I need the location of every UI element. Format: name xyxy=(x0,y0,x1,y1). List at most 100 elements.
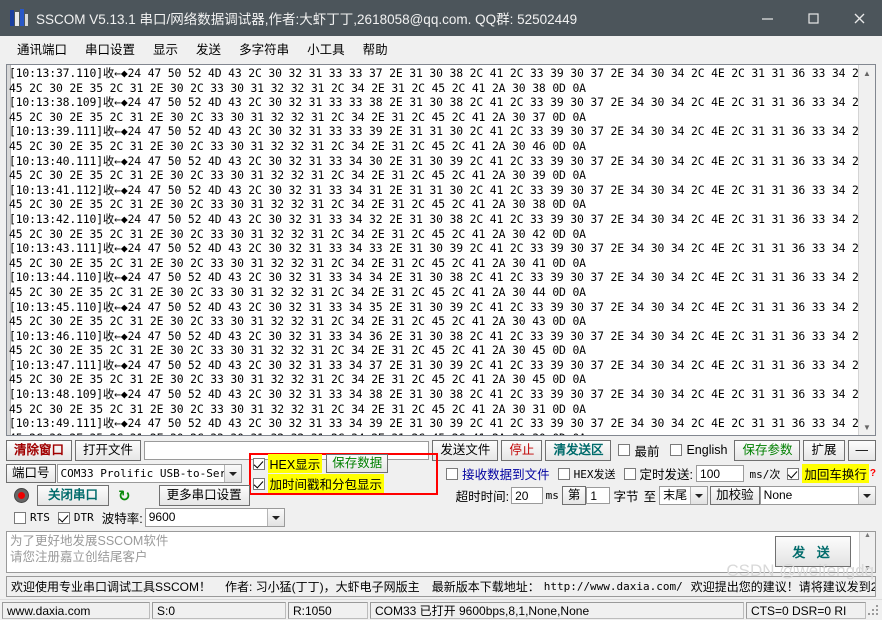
save-params-button[interactable]: 保存参数 xyxy=(734,439,801,461)
rts-checkbox[interactable] xyxy=(14,511,26,524)
checksum-value: None xyxy=(763,488,793,502)
timeout-input[interactable]: 20 xyxy=(511,487,543,504)
save-data-button[interactable]: 保存数据 xyxy=(326,454,389,473)
menu-bar: 通讯端口 串口设置 显示 发送 多字符串 小工具 帮助 xyxy=(0,36,882,62)
dtr-checkbox-group[interactable]: DTR xyxy=(57,511,94,524)
english-checkbox-group[interactable]: English xyxy=(670,443,727,457)
checksum-label: 加校验 xyxy=(710,486,760,505)
timeout-label: 超时时间: xyxy=(455,490,510,504)
send-area[interactable]: 为了更好地发展SSCOM软件 请您注册嘉立创结尾客户 发 送 ▲ ▼ xyxy=(6,531,876,573)
more-serial-settings-button[interactable]: 更多串口设置 xyxy=(158,485,250,506)
dtr-checkbox[interactable] xyxy=(57,511,70,524)
hex-display-checkbox[interactable] xyxy=(252,457,265,470)
menu-item-comm-port[interactable]: 通讯端口 xyxy=(8,36,76,61)
close-button[interactable] xyxy=(836,0,882,36)
checksum-chevron[interactable] xyxy=(858,487,876,504)
menu-item-multi-string[interactable]: 多字符串 xyxy=(230,36,298,61)
menu-item-display[interactable]: 显示 xyxy=(144,36,187,61)
topmost-checkbox-group[interactable]: 最前 xyxy=(618,441,659,460)
status-bar: www.daxia.com S:0 R:1050 COM33 已打开 9600b… xyxy=(0,599,882,620)
hex-display-checkbox-group[interactable]: HEX显示 保存数据 xyxy=(252,454,435,473)
port-select[interactable]: COM33 Prolific USB-to-Seri xyxy=(56,464,242,483)
close-icon xyxy=(854,13,864,23)
status-site[interactable]: www.daxia.com xyxy=(2,601,150,619)
menu-item-help[interactable]: 帮助 xyxy=(354,36,397,61)
minimize-button[interactable] xyxy=(744,0,790,36)
send-button[interactable]: 发 送 xyxy=(775,536,851,567)
menu-item-tools[interactable]: 小工具 xyxy=(298,36,354,61)
english-checkbox[interactable] xyxy=(670,444,683,456)
crlf-checkbox[interactable] xyxy=(787,467,800,480)
send-scrollbar[interactable]: ▲ ▼ xyxy=(859,532,875,572)
recv-to-file-checkbox[interactable] xyxy=(446,467,459,480)
baud-label: 波特率: xyxy=(101,512,143,526)
refresh-ports-icon[interactable]: ↻ xyxy=(118,487,131,505)
lower-panel: 清除窗口 打开文件 发送文件 停止 清发送区 最前 English 保存参数 扩… xyxy=(6,439,877,528)
timestamp-checkbox[interactable] xyxy=(252,477,265,490)
baud-select[interactable]: 9600 xyxy=(144,508,285,527)
open-file-button[interactable]: 打开文件 xyxy=(75,439,142,461)
send-scroll-up-icon[interactable]: ▲ xyxy=(864,532,871,539)
recv-to-file-label: 接收数据到文件 xyxy=(462,468,550,482)
extend-button[interactable]: 扩展 xyxy=(803,439,845,461)
port-select-chevron[interactable] xyxy=(223,465,241,482)
title-bar: SSCOM V5.13.1 串口/网络数据调试器,作者:大虾丁丁,2618058… xyxy=(0,0,882,36)
send-scroll-down-icon[interactable]: ▼ xyxy=(864,565,871,572)
english-label: English xyxy=(686,443,728,457)
chevron-down-icon xyxy=(695,493,704,498)
hex-send-checkbox-group[interactable]: HEX发送 xyxy=(557,466,616,482)
baud-chevron[interactable] xyxy=(266,509,284,526)
topmost-checkbox[interactable] xyxy=(618,444,631,456)
chevron-down-icon xyxy=(271,515,280,520)
resize-grip-icon[interactable] xyxy=(866,603,880,617)
stop-button[interactable]: 停止 xyxy=(501,439,543,461)
status-received-count: R:1050 xyxy=(288,601,368,619)
clear-send-area-button[interactable]: 清发送区 xyxy=(545,439,612,461)
hex-send-checkbox[interactable] xyxy=(557,467,570,480)
menu-item-serial-settings[interactable]: 串口设置 xyxy=(76,36,144,61)
send-input-placeholder[interactable]: 为了更好地发展SSCOM软件 请您注册嘉立创结尾客户 xyxy=(7,532,775,572)
byte-to-label: 至 xyxy=(643,490,657,504)
byte-end-chevron[interactable] xyxy=(690,487,708,504)
checksum-select[interactable]: None xyxy=(759,486,877,505)
receive-log-panel: [10:13:37.110]收←◆24 47 50 52 4D 43 2C 30… xyxy=(6,64,876,436)
timeout-unit-label: ms xyxy=(545,489,559,502)
send-placeholder-line2: 请您注册嘉立创结尾客户 xyxy=(10,550,148,564)
app-icon xyxy=(10,9,28,27)
settings-row-port: 端口号 COM33 Prolific USB-to-Seri HEX显示 保存数… xyxy=(6,452,876,495)
ms-unit-label: ms/次 xyxy=(749,467,781,481)
crlf-checkbox-group[interactable]: 加回车换行 ? xyxy=(787,464,876,483)
collapse-button[interactable]: — xyxy=(847,439,876,461)
timed-send-checkbox-group[interactable]: 定时发送: xyxy=(623,464,693,483)
settings-row-port-control: 关闭串口 ↻ 更多串口设置 超时时间: 20 ms 第 1 字节 至 末尾 加校… xyxy=(6,485,877,506)
info-welcome-text: 欢迎使用专业串口调试工具SSCOM！ xyxy=(11,580,212,594)
send-file-button[interactable]: 发送文件 xyxy=(432,439,499,461)
byte-from-input[interactable]: 1 xyxy=(586,487,610,504)
port-select-value: COM33 Prolific USB-to-Seri xyxy=(60,467,224,480)
maximize-button[interactable] xyxy=(790,0,836,36)
dtr-label: DTR xyxy=(73,511,94,524)
timed-send-input[interactable]: 100 xyxy=(696,465,744,482)
crlf-label: 加回车换行 xyxy=(802,464,869,483)
byte-end-select[interactable]: 末尾 xyxy=(659,486,709,505)
scrollbar-track[interactable] xyxy=(859,81,875,419)
info-download-url[interactable]: http://www.daxia.com/ xyxy=(544,580,683,593)
send-placeholder-line1: 为了更好地发展SSCOM软件 xyxy=(10,534,169,548)
rts-checkbox-group[interactable]: RTS xyxy=(14,511,50,524)
maximize-icon xyxy=(807,12,819,24)
menu-item-send[interactable]: 发送 xyxy=(187,36,230,61)
scroll-down-icon[interactable]: ▼ xyxy=(859,419,875,435)
hex-send-label: HEX发送 xyxy=(573,467,616,481)
minimize-icon xyxy=(761,17,773,20)
close-port-button[interactable]: 关闭串口 xyxy=(37,485,110,506)
scroll-up-icon[interactable]: ▲ xyxy=(859,65,875,81)
info-suggestion-text: 欢迎提出您的建议！请将建议发到261805 xyxy=(690,580,875,594)
recv-to-file-checkbox-group[interactable]: 接收数据到文件 xyxy=(446,464,550,483)
log-vertical-scrollbar[interactable]: ▲ ▼ xyxy=(858,65,875,435)
settings-row-flowcontrol: RTS DTR 波特率: 9600 xyxy=(6,507,876,528)
sscom-window: SSCOM V5.13.1 串口/网络数据调试器,作者:大虾丁丁,2618058… xyxy=(0,0,882,620)
clear-window-button[interactable]: 清除窗口 xyxy=(6,439,73,461)
help-question-icon[interactable]: ? xyxy=(870,468,876,479)
receive-log-text-area[interactable]: [10:13:37.110]收←◆24 47 50 52 4D 43 2C 30… xyxy=(7,65,858,435)
timed-send-checkbox[interactable] xyxy=(623,467,636,480)
